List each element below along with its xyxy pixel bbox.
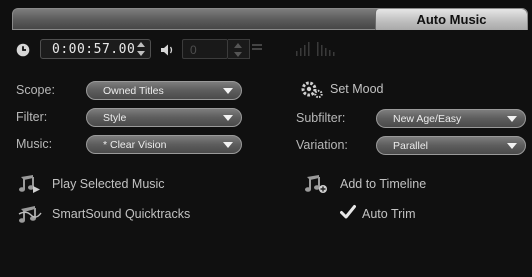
clock-icon bbox=[16, 43, 30, 57]
variation-value: Parallel bbox=[393, 140, 429, 152]
scope-label: Scope: bbox=[16, 83, 55, 97]
filter-label: Filter: bbox=[16, 110, 48, 124]
music-value: * Clear Vision bbox=[103, 139, 167, 151]
add-music-icon[interactable] bbox=[304, 174, 328, 194]
music-label: Music: bbox=[16, 137, 53, 151]
filter-dropdown[interactable]: Style bbox=[86, 108, 242, 127]
chevron-down-icon bbox=[223, 142, 233, 148]
subfilter-dropdown[interactable]: New Age/Easy bbox=[376, 109, 526, 128]
chevron-down-icon bbox=[223, 115, 233, 121]
play-selected-music-button[interactable]: Play Selected Music bbox=[52, 177, 165, 191]
music-dropdown[interactable]: * Clear Vision bbox=[86, 135, 242, 154]
set-mood-button[interactable]: Set Mood bbox=[330, 82, 384, 96]
panel-titlebar: Auto Music bbox=[12, 8, 528, 30]
smartsound-icon[interactable] bbox=[18, 204, 42, 224]
volume-spinner[interactable] bbox=[228, 39, 250, 59]
chevron-down-icon bbox=[507, 116, 517, 122]
add-to-timeline-button[interactable]: Add to Timeline bbox=[340, 177, 426, 191]
chevron-down-icon bbox=[223, 88, 233, 94]
variation-label: Variation: bbox=[296, 138, 348, 152]
filter-value: Style bbox=[103, 112, 127, 124]
panel-title: Auto Music bbox=[416, 12, 487, 27]
volume-menu-icon bbox=[252, 44, 262, 50]
auto-trim-label: Auto Trim bbox=[362, 207, 416, 221]
timecode-spinner[interactable] bbox=[137, 42, 146, 56]
chevron-down-icon bbox=[507, 143, 517, 149]
auto-trim-checkbox[interactable] bbox=[340, 204, 356, 220]
scope-dropdown[interactable]: Owned Titles bbox=[86, 81, 242, 100]
subfilter-value: New Age/Easy bbox=[393, 113, 462, 125]
variation-dropdown[interactable]: Parallel bbox=[376, 136, 526, 155]
subfilter-label: Subfilter: bbox=[296, 111, 346, 125]
auto-music-tab[interactable]: Auto Music bbox=[375, 9, 527, 30]
duration-timecode-field[interactable]: 0:00:57.00 bbox=[40, 39, 151, 59]
scope-value: Owned Titles bbox=[103, 85, 164, 97]
level-meter-icon bbox=[296, 42, 310, 56]
gear-icon[interactable] bbox=[300, 80, 324, 100]
level-meter-2-icon bbox=[317, 42, 335, 56]
music-note-icon[interactable] bbox=[18, 174, 42, 194]
speaker-icon[interactable] bbox=[160, 43, 176, 57]
volume-field[interactable]: 0 bbox=[182, 39, 228, 59]
smartsound-quicktracks-button[interactable]: SmartSound Quicktracks bbox=[52, 207, 190, 221]
